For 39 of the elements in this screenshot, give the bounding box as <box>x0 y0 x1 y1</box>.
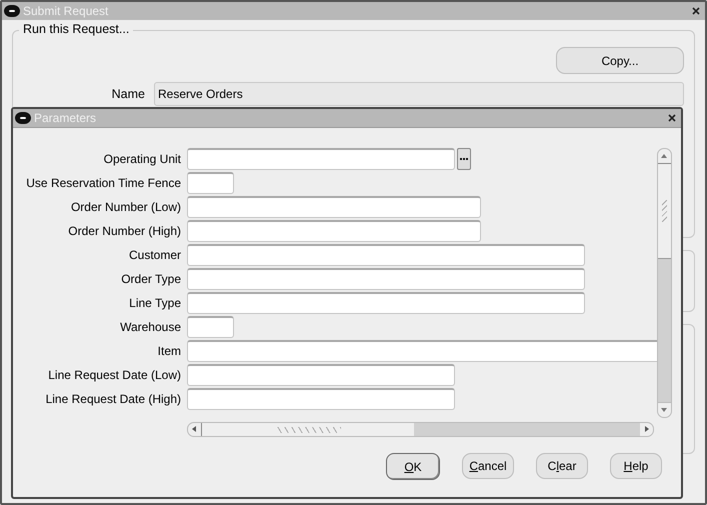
dialog-button[interactable]: Help <box>610 453 662 479</box>
dialog-button[interactable]: Clear <box>536 453 588 479</box>
input-field[interactable] <box>187 388 455 410</box>
oracle-logo-icon <box>6 7 18 15</box>
close-icon[interactable] <box>692 7 700 15</box>
field-label: Order Type <box>120 272 182 286</box>
field-label: Line Type <box>128 296 182 310</box>
field-label: Item <box>156 344 182 358</box>
vertical-scrollbar[interactable] <box>657 148 672 418</box>
field-label: Warehouse <box>119 320 182 334</box>
input-field[interactable] <box>187 220 481 242</box>
input-field[interactable] <box>187 268 585 290</box>
horizontal-scrollbar[interactable] <box>187 422 654 437</box>
field-label: Order Number (Low) <box>70 200 182 214</box>
input-field[interactable] <box>187 292 585 314</box>
copy-button[interactable]: Copy... <box>556 47 684 74</box>
window-title: Parameters <box>34 111 98 125</box>
field-label: Operating Unit <box>102 152 182 166</box>
input-field[interactable] <box>187 340 657 362</box>
input-field[interactable] <box>187 172 234 194</box>
list-of-values-button[interactable] <box>457 148 471 170</box>
field-label: Line Request Date (Low) <box>47 368 182 382</box>
input-field[interactable] <box>187 148 455 170</box>
oracle-logo-icon <box>17 114 29 122</box>
close-icon[interactable] <box>668 114 676 122</box>
field-label: Name <box>110 87 146 101</box>
input-field[interactable] <box>187 316 234 338</box>
dialog-button[interactable]: Cancel <box>462 453 514 479</box>
field-label: Use Reservation Time Fence <box>25 176 182 190</box>
field-label: Order Number (High) <box>67 224 182 238</box>
input-field[interactable] <box>187 364 455 386</box>
dialog-button[interactable]: OK <box>386 453 440 480</box>
group-title: Run this Request... <box>19 22 134 36</box>
input-field[interactable] <box>187 196 481 218</box>
field-label: Customer <box>128 248 182 262</box>
window-title: Submit Request <box>23 4 110 18</box>
name-field[interactable]: Reserve Orders <box>154 82 684 106</box>
input-field[interactable] <box>187 244 585 266</box>
field-label: Line Request Date (High) <box>44 392 182 406</box>
